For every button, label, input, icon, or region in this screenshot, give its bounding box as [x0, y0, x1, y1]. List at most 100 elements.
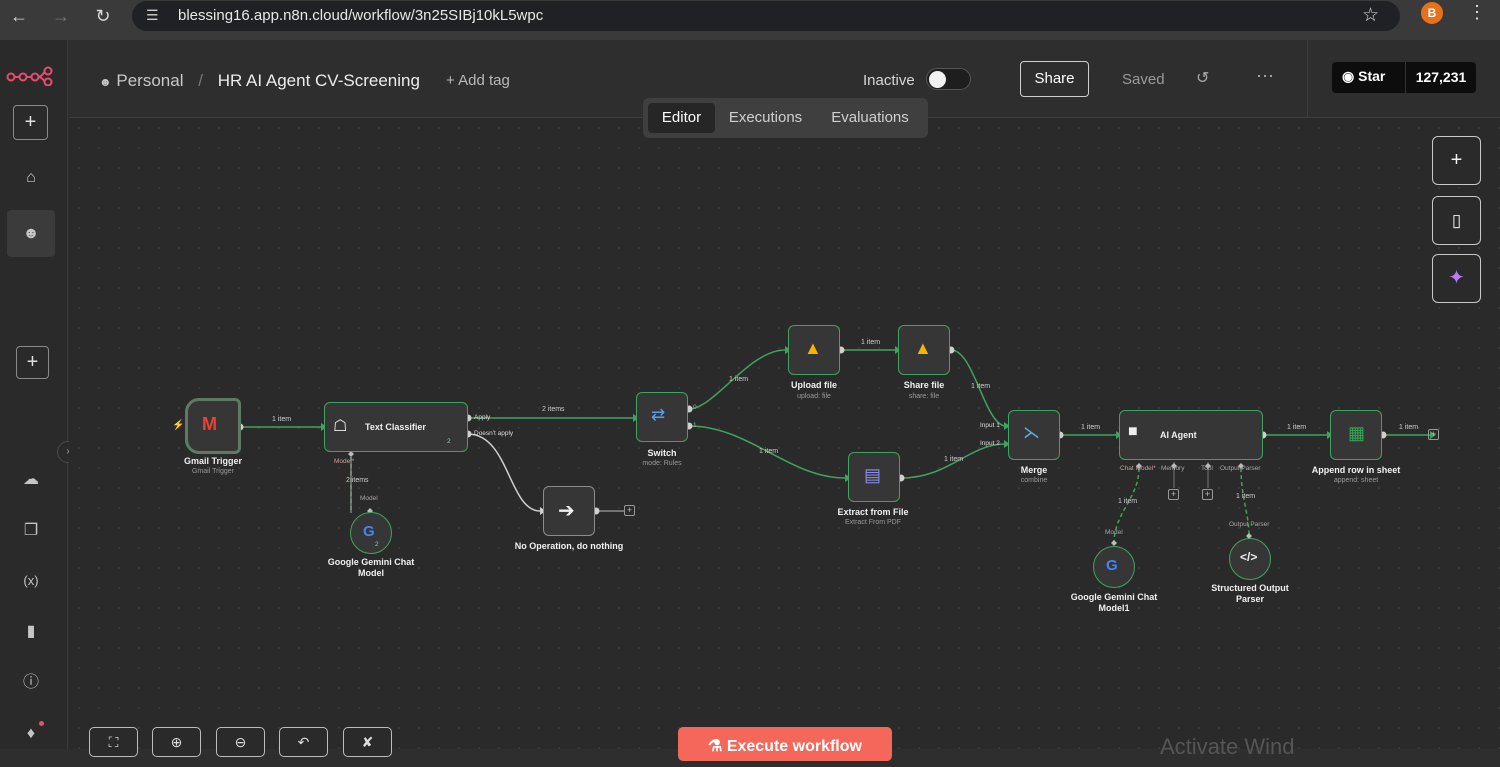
gmail-trigger-node[interactable]: M — [185, 398, 241, 454]
reload-icon[interactable]: ↻ — [88, 3, 118, 29]
google-sheets-icon: ▦ — [1348, 423, 1366, 443]
person-icon[interactable]: ☻ — [17, 220, 45, 248]
google-gemini-chat-model-node[interactable]: G 2 — [350, 512, 392, 554]
append-row-in-sheet-node[interactable]: ▦ — [1330, 410, 1382, 460]
add-tag-button[interactable]: + Add tag — [446, 72, 510, 89]
person-icon: ☻ — [99, 75, 112, 89]
add-memory-icon[interactable]: + — [1168, 489, 1179, 500]
more-horiz-icon[interactable]: ⋯ — [1256, 66, 1274, 87]
connection-label: 1 item — [971, 383, 991, 390]
node-title: Extract from File — [837, 507, 909, 517]
connections-layer — [236, 346, 1436, 546]
upload-file-node[interactable]: ▲ — [788, 325, 840, 375]
breadcrumb-project[interactable]: Personal — [116, 71, 183, 90]
windows-activation-watermark: Activate Wind — [1160, 734, 1295, 759]
help-icon[interactable]: ⓘ — [17, 669, 45, 697]
file-extract-icon: ▤ — [864, 465, 882, 485]
share-button[interactable]: Share — [1020, 61, 1089, 97]
fit-view-icon[interactable]: ⛶ — [89, 727, 138, 757]
node-title: Share file — [903, 380, 945, 390]
node-title: Merge — [1020, 465, 1048, 475]
add-icon[interactable]: + — [13, 105, 48, 140]
robot-icon: ■ — [1128, 423, 1138, 440]
github-star-button[interactable]: ◉ Star 127,231 — [1332, 62, 1476, 93]
workflow-name[interactable]: HR AI Agent CV-Screening — [218, 71, 420, 90]
merge-node[interactable]: ⋋ — [1008, 410, 1060, 460]
node-subtitle: mode: Rules — [642, 460, 682, 467]
undo-icon[interactable]: ↶ — [279, 727, 328, 757]
view-tabs: Editor Executions Evaluations — [643, 98, 928, 138]
add-tool-icon[interactable]: + — [1202, 489, 1213, 500]
forward-arrow-icon[interactable]: → — [46, 3, 76, 29]
tab-evaluations[interactable]: Evaluations — [820, 103, 920, 133]
text-classifier-node[interactable]: ☖ Text Classifier 2 — [324, 402, 468, 452]
tab-executions[interactable]: Executions — [720, 103, 811, 133]
profile-avatar[interactable]: B — [1421, 2, 1443, 24]
add-connection-icon[interactable]: + — [1428, 429, 1439, 440]
connection-label: 2 items — [346, 477, 369, 484]
extract-from-file-node[interactable]: ▤ — [848, 452, 900, 502]
home-icon[interactable]: ⌂ — [17, 164, 45, 192]
variables-icon[interactable]: (x) — [17, 567, 45, 595]
trigger-bolt-icon: ⚡ — [172, 420, 185, 431]
code-icon: </> — [1240, 550, 1258, 564]
run-count: 2 — [375, 541, 379, 548]
execute-workflow-button[interactable]: ⚗ Execute workflow — [678, 727, 892, 761]
node-title: Google Gemini Chat — [327, 557, 415, 567]
more-vert-icon[interactable]: ⋮ — [1468, 2, 1486, 23]
share-file-node[interactable]: ▲ — [898, 325, 950, 375]
site-settings-icon[interactable]: ☰ — [146, 7, 159, 24]
google-gemini-chat-model1-node[interactable]: G — [1093, 546, 1135, 588]
connection-label: 1 item — [759, 448, 779, 455]
connection-label: 1 item — [1399, 424, 1419, 431]
github-star-label: ◉ Star — [1342, 68, 1386, 84]
insights-icon[interactable]: ▮ — [17, 618, 45, 646]
active-toggle[interactable] — [926, 68, 971, 90]
connection-label: 1 item — [1236, 493, 1256, 500]
flask-icon: ⚗ — [708, 738, 727, 755]
connection-label: 1 item — [729, 376, 749, 383]
port-label: Memory — [1161, 465, 1185, 472]
node-subtitle: Extract From PDF — [844, 519, 901, 526]
sidebar: + ⌂ ☻ + ☁ ❐ (x) ▮ ⓘ ♦ › — [0, 40, 79, 749]
connection-label: 1 item — [272, 416, 292, 423]
github-star-count: 127,231 — [1405, 62, 1476, 93]
merge-icon: ⋋ — [1023, 423, 1040, 442]
node-title: Google Gemini Chat — [1070, 592, 1158, 602]
port-label: Apply — [474, 414, 491, 421]
address-bar[interactable]: ☰ blessing16.app.n8n.cloud/workflow/3n25… — [132, 1, 1400, 31]
node-title: Structured Output — [1211, 583, 1289, 593]
workflow-canvas[interactable]: + ▯ ✦ M ⚡ Gmail Trigger Gmail Trigger 1 … — [69, 118, 1500, 749]
node-title: Parser — [1235, 594, 1265, 604]
structured-output-parser-node[interactable]: </> — [1229, 538, 1271, 580]
google-icon: G — [363, 523, 375, 540]
tab-editor[interactable]: Editor — [648, 103, 715, 133]
port-label: Input 2 — [980, 440, 1000, 447]
node-subtitle: share: file — [908, 393, 940, 400]
connection-label: 1 item — [1118, 498, 1138, 505]
add-connection-icon[interactable]: + — [624, 505, 635, 516]
zoom-out-icon[interactable]: ⊖ — [216, 727, 265, 757]
cloud-icon[interactable]: ☁ — [17, 466, 45, 494]
n8n-logo-icon[interactable] — [6, 64, 54, 86]
ai-agent-node[interactable]: ■ AI Agent — [1119, 410, 1263, 460]
back-arrow-icon[interactable]: ← — [4, 3, 34, 29]
add-icon[interactable]: + — [16, 346, 49, 379]
divider — [1307, 40, 1308, 118]
cube-icon[interactable]: ❐ — [17, 517, 45, 545]
connection-label: 1 item — [1081, 424, 1101, 431]
clean-up-icon[interactable]: ✘ — [343, 727, 392, 757]
node-title: No Operation, do nothing — [514, 541, 624, 551]
node-subtitle: upload: file — [797, 393, 831, 400]
port-label: Model* — [334, 458, 355, 465]
bookmark-star-icon[interactable]: ☆ — [1362, 4, 1379, 27]
browser-bar: ← → ↻ ☰ blessing16.app.n8n.cloud/workflo… — [0, 0, 1500, 40]
port-label: 1 — [693, 422, 697, 429]
history-icon[interactable]: ↺ — [1196, 68, 1209, 88]
port-label: Doesn't apply — [474, 430, 514, 437]
google-drive-icon: ▲ — [804, 338, 822, 358]
node-title: Model — [358, 568, 384, 578]
switch-node[interactable]: ⇄ — [636, 392, 688, 442]
zoom-in-icon[interactable]: ⊕ — [152, 727, 201, 757]
no-operation-node[interactable]: ➔ — [543, 486, 595, 536]
